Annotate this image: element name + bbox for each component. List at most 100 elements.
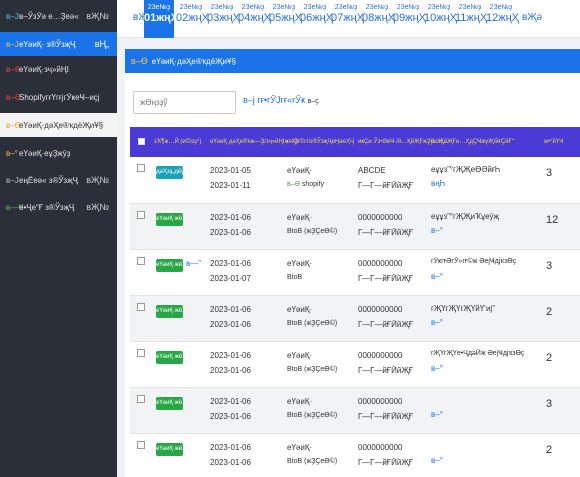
month-tab[interactable]: 23е№ҙ 09жңҲ bbox=[393, 0, 427, 38]
carrier-name: Г—Г—йҒӢйҖҒ bbox=[358, 274, 414, 283]
sidebar-item-history[interactable]: в–° еҮәиҚ·еұҘжӯҙ bbox=[0, 141, 117, 165]
month-tab[interactable]: 23е№ҙ 07жңҲ bbox=[331, 0, 365, 38]
table-row[interactable]: дәҲзҙ„дёӯ 2023-01-05 2023-01-11 еҮәиҚ· в… bbox=[130, 157, 580, 204]
status-badge[interactable]: еҮәиҚ·жёҲ bbox=[156, 397, 186, 410]
sidebar-item-outbound[interactable]: в–Ј еҮәиҚ· з®ЎзҗҶ вҢ„ bbox=[0, 32, 117, 56]
month-tab[interactable]: 23е№ҙ 01жңҲ bbox=[144, 0, 178, 38]
truck-icon: в–° bbox=[431, 226, 443, 235]
month-year: 23е№ҙ bbox=[147, 4, 171, 11]
ship-date: 2023-01-05 bbox=[210, 166, 251, 175]
tracking-number[interactable]: 0000000000 bbox=[358, 305, 403, 314]
quantity: 2 bbox=[546, 444, 553, 456]
table-row[interactable]: еҮәиҚ·жёҲ 2023-01-06 2023-01-06 еҮәиҚ· B… bbox=[130, 204, 580, 250]
column-header[interactable]: ж•°йҮҸ bbox=[544, 127, 563, 157]
tracking-number[interactable]: ABCDE bbox=[358, 166, 386, 175]
tracking-number[interactable]: 0000000000 bbox=[358, 443, 403, 452]
chat-icon[interactable]: в—” bbox=[186, 259, 201, 268]
table-row[interactable]: еҮәиҚ·жёҲ 2023-01-06 2023-01-06 еҮәиҚ· B… bbox=[130, 388, 580, 434]
carrier-name: Г—Г—йҒӢйҖҒ bbox=[358, 366, 414, 375]
type-label: еҮәиҚ· bbox=[287, 351, 313, 360]
tracking-number[interactable]: 0000000000 bbox=[358, 259, 403, 268]
register-date: 2023-01-06 bbox=[210, 320, 251, 329]
column-header[interactable]: зҠ¶ж…Ӣ (и©ізҙ°) bbox=[154, 127, 201, 157]
tracking-number[interactable]: 0000000000 bbox=[358, 351, 403, 360]
status-badge[interactable]: еҮәиҚ·жёҲ bbox=[156, 305, 186, 318]
month-label: 12жңҲ bbox=[486, 12, 520, 24]
truck-icon: в–° bbox=[431, 272, 443, 281]
column-header[interactable]: й…ҚйҖҒе…ҲдҪҸжүҖ/йғҪйҒ“ bbox=[431, 127, 514, 157]
type-label: еҮәиҚ· bbox=[287, 213, 313, 222]
filter-label: гғ•гӮЈгғ«гӮҝ bbox=[257, 95, 306, 105]
quantity: 3 bbox=[546, 260, 553, 272]
sidebar-item-label: ShopifyгғҮгғјгӮҝеҸ–иҫј bbox=[19, 92, 100, 102]
sidebar-item-schedule-list[interactable]: в–Ө еҮәиҚ·дәҲе®ҡдёҖиҰ§ bbox=[0, 113, 117, 137]
shopify-icon: в–Ә bbox=[6, 92, 21, 102]
table-row[interactable]: еҮәиҚ·жёҲ 2023-01-06 2023-01-06 еҮәиҚ· B… bbox=[130, 342, 580, 388]
month-year: 23е№ҙ bbox=[396, 4, 420, 11]
sidebar-item-register[interactable]: в–® еҮәиҚ·зҷ»йҢІ bbox=[0, 57, 117, 81]
month-tab[interactable]: 23е№ҙ 11жңҲ bbox=[455, 0, 487, 38]
sidebar-item-shopify[interactable]: в–Ә ShopifyгғҮгғјгӮҝеҸ–иҫј bbox=[0, 85, 117, 109]
month-year: 23е№ҙ bbox=[365, 4, 389, 11]
tracking-number[interactable]: 0000000000 bbox=[358, 397, 403, 406]
chevron-left-icon: вҖ№ bbox=[86, 11, 109, 21]
next-month-icon[interactable]: вҖә bbox=[522, 12, 542, 23]
sidebar-item-label: еңЁеә« з®ЎзҗҶ bbox=[19, 175, 78, 185]
row-checkbox[interactable] bbox=[137, 211, 145, 219]
column-header[interactable]: гғҲгғ©гғіз®ЎзҗҶеҢәеҲҶ bbox=[287, 127, 354, 157]
month-tab[interactable]: 23е№ҙ 04жңҲ bbox=[238, 0, 271, 38]
status-badge[interactable]: еҮәиҚ·жёҲ bbox=[156, 351, 186, 364]
tracking-number[interactable]: 0000000000 bbox=[358, 213, 403, 222]
row-checkbox[interactable] bbox=[137, 349, 145, 357]
filter-button[interactable]: в–ј гғ•гӮЈгғ«гӮҝ в–ҫ bbox=[243, 95, 319, 105]
carrier-name: Г—Г—йҒӢйҖҒ bbox=[358, 181, 414, 190]
select-all-checkbox[interactable] bbox=[138, 138, 145, 145]
column-header[interactable]: еҮәиҚ·дәҲе®ҡж—Ҙ/зҷ»йҢІж—Ҙ bbox=[210, 127, 298, 157]
table-row[interactable]: еҮәиҚ·жёҲ в—” 2023-01-06 2023-01-07 еҮәи… bbox=[130, 250, 580, 296]
row-checkbox[interactable] bbox=[137, 441, 145, 449]
filter-icon: в–ј bbox=[243, 95, 255, 105]
table-row[interactable]: еҮәиҚ·жёҲ 2023-01-06 2023-01-06 еҮәиҚ· B… bbox=[130, 296, 580, 342]
row-checkbox[interactable] bbox=[137, 257, 145, 265]
month-label: 07жңҲ bbox=[331, 12, 365, 24]
sidebar-item-label: е•Ҷе“Ғ з®ЎзҗҶ bbox=[19, 202, 75, 212]
ship-date: 2023-01-06 bbox=[210, 443, 251, 452]
sidebar-item-product[interactable]: в—Ҹ е•Ҷе“Ғ з®ЎзҗҶ вҖ№ bbox=[0, 195, 117, 219]
row-checkbox[interactable] bbox=[137, 303, 145, 311]
carrier-name: Г—Г—йҒӢйҖҒ bbox=[358, 458, 414, 467]
month-tab[interactable]: 23е№ҙ 03жңҲ bbox=[207, 0, 240, 38]
status-badge[interactable]: дәҲзҙ„дёӯ bbox=[156, 166, 184, 179]
ship-date: 2023-01-06 bbox=[210, 351, 251, 360]
status-badge[interactable]: еҮәиҚ·жёҲ bbox=[156, 259, 186, 272]
sidebar-item-inbound[interactable]: в–Ј в–ЎзӮә е…Ҙеә« вҖ№ bbox=[0, 4, 117, 28]
destination: еұұз”°гҖҖиҠұеӯҗ bbox=[431, 212, 499, 221]
month-label: 02жңҲ bbox=[176, 12, 210, 24]
outbound-icon: в–Ј bbox=[6, 39, 19, 49]
channel-label: BtoB (жҘҪеӨ©) bbox=[287, 228, 338, 235]
month-tab[interactable]: 23е№ҙ 08жңҲ bbox=[362, 0, 395, 38]
month-tab[interactable]: 23е№ҙ 06жңҲ bbox=[300, 0, 334, 38]
month-year: 23е№ҙ bbox=[241, 4, 265, 11]
channel-label: BtoB (жҘҪеӨ©) bbox=[287, 458, 338, 465]
row-checkbox[interactable] bbox=[137, 395, 145, 403]
pencil-icon[interactable]: вңҺ bbox=[431, 179, 445, 188]
month-tab[interactable]: 23е№ҙ 12жңҲ bbox=[486, 0, 520, 38]
chevron-left-icon: вҖ№ bbox=[86, 202, 109, 212]
month-tab[interactable]: 23е№ҙ 10жңҲ bbox=[424, 0, 457, 38]
search-input[interactable] bbox=[133, 91, 236, 114]
register-date: 2023-01-06 bbox=[210, 412, 251, 421]
destination: еұұз”°гҖҖеӨӘйғҺ bbox=[431, 165, 501, 174]
row-checkbox[interactable] bbox=[137, 164, 145, 172]
month-label: 06жңҲ bbox=[300, 12, 334, 24]
status-badge[interactable]: еҮәиҚ·жёҲ bbox=[156, 213, 186, 226]
table-row[interactable]: еҮәиҚ·жёҲ 2023-01-06 2023-01-06 еҮәиҚ· B… bbox=[130, 434, 580, 477]
type-label: еҮәиҚ· bbox=[287, 166, 313, 175]
month-label: 09жңҲ bbox=[393, 12, 427, 24]
list-icon: в–Ө bbox=[131, 56, 148, 66]
month-tab[interactable]: 23е№ҙ 02жңҲ bbox=[176, 0, 210, 38]
sidebar-item-label: еҮәиҚ· з®ЎзҗҶ bbox=[19, 39, 76, 49]
type-label: еҮәиҚ· bbox=[287, 305, 313, 314]
status-badge[interactable]: еҮәиҚ·жёҲ bbox=[156, 443, 186, 456]
month-tab[interactable]: 23е№ҙ 05жңҲ bbox=[269, 0, 302, 38]
sidebar-item-stock[interactable]: в–Ј еңЁеә« з®ЎзҗҶ вҖ№ bbox=[0, 168, 117, 192]
